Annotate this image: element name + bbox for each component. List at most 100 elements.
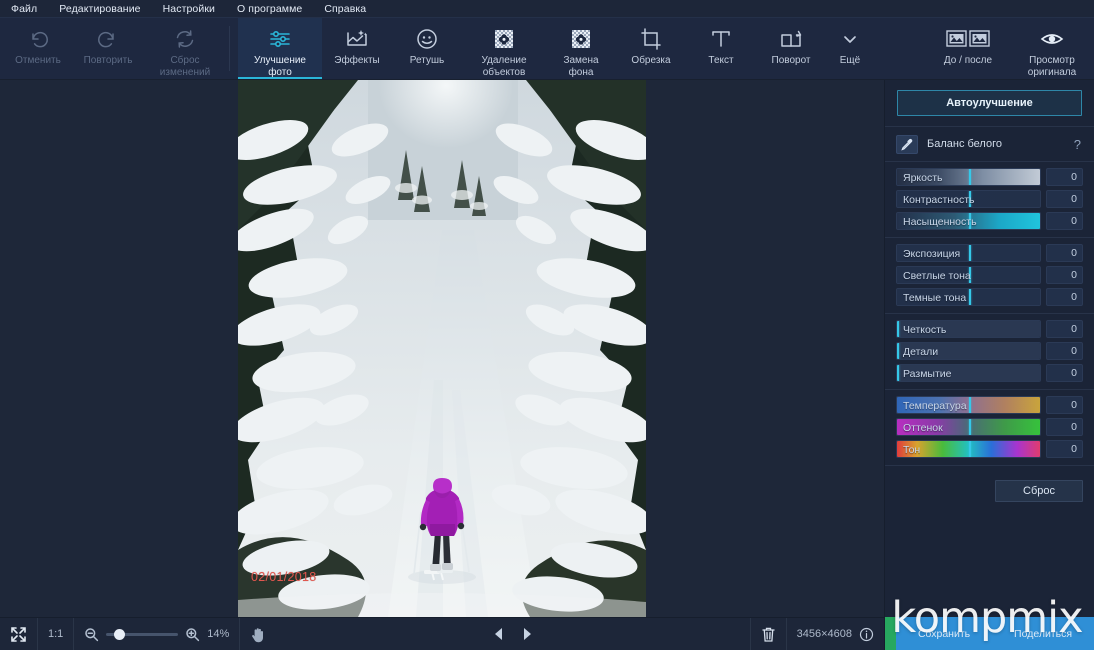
undo-button[interactable]: Отменить	[3, 18, 73, 79]
exposure-group: Экспозиция 0 Светлые тона 0 Темные тона	[885, 238, 1094, 313]
tab-photo-enhance-label: Улучшение фото	[254, 55, 306, 78]
slider-contrast[interactable]: Контрастность	[896, 190, 1041, 208]
slider-temperature-handle[interactable]	[968, 397, 971, 413]
fit-to-screen-cell[interactable]	[0, 618, 37, 650]
share-button[interactable]: Поделиться	[1014, 628, 1072, 640]
auto-enhance-button[interactable]: Автоулучшение	[897, 90, 1082, 116]
before-after-icon	[946, 25, 990, 53]
slider-temperature[interactable]: Температура	[896, 396, 1041, 414]
delete-cell[interactable]	[751, 618, 786, 650]
tab-retouch[interactable]: Ретушь	[392, 18, 462, 79]
slider-hue-handle[interactable]	[968, 441, 971, 457]
photo-preview[interactable]: 02/01/2018	[238, 80, 646, 617]
value-contrast[interactable]: 0	[1046, 190, 1083, 208]
tab-effects[interactable]: Эффекты	[322, 18, 392, 79]
value-brightness[interactable]: 0	[1046, 168, 1083, 186]
slider-tint[interactable]: Оттенок	[896, 418, 1041, 436]
reset-adjustments-button[interactable]: Сброс	[995, 480, 1083, 502]
slider-tint-handle[interactable]	[968, 419, 971, 435]
slider-shadows[interactable]: Темные тона	[896, 288, 1041, 306]
value-highlights[interactable]: 0	[1046, 266, 1083, 284]
value-saturation[interactable]: 0	[1046, 212, 1083, 230]
tab-background-change[interactable]: Замена фона	[546, 18, 616, 79]
slider-shadows-handle[interactable]	[968, 289, 971, 305]
menu-item-help[interactable]: Справка	[313, 0, 377, 18]
value-clarity[interactable]: 0	[1046, 320, 1083, 338]
slider-blur-handle[interactable]	[897, 365, 899, 381]
slider-clarity[interactable]: Четкость	[896, 320, 1041, 338]
menu-bar: Файл Редактирование Настройки О программ…	[0, 0, 1094, 18]
slider-exposure-handle[interactable]	[968, 245, 971, 261]
menu-item-settings[interactable]: Настройки	[152, 0, 226, 18]
value-details[interactable]: 0	[1046, 342, 1083, 360]
trash-icon[interactable]	[761, 626, 776, 643]
save-share-row: Сохранить Поделиться	[885, 617, 1094, 650]
value-blur[interactable]: 0	[1046, 364, 1083, 382]
hand-tool-cell[interactable]	[240, 618, 276, 650]
hand-tool-icon[interactable]	[250, 626, 266, 643]
slider-blur[interactable]: Размытие	[896, 364, 1041, 382]
canvas-area[interactable]: 02/01/2018	[0, 80, 884, 617]
slider-row-saturation: Насыщенность 0	[896, 212, 1083, 230]
zoom-out-icon[interactable]	[84, 627, 99, 642]
eye-icon	[1039, 25, 1065, 53]
slider-details-handle[interactable]	[897, 343, 899, 359]
crop-icon	[638, 25, 664, 53]
white-balance-row[interactable]: Баланс белого ?	[885, 127, 1094, 161]
tab-crop[interactable]: Обрезка	[616, 18, 686, 79]
zoom-1-1-button[interactable]: 1:1	[48, 628, 63, 640]
zoom-slider-knob[interactable]	[114, 628, 126, 640]
zoom-slider[interactable]	[106, 628, 179, 640]
value-exposure[interactable]: 0	[1046, 244, 1083, 262]
save-button[interactable]: Сохранить	[918, 628, 970, 640]
before-after-button[interactable]: До / после	[926, 18, 1010, 79]
slider-brightness[interactable]: Яркость	[896, 168, 1041, 186]
fit-to-screen-icon[interactable]	[10, 626, 27, 643]
eyedropper-icon[interactable]	[896, 134, 918, 154]
reset-icon	[173, 25, 197, 53]
menu-item-file[interactable]: Файл	[0, 0, 48, 18]
auto-enhance-wrap: Автоулучшение	[885, 80, 1094, 126]
tab-retouch-label: Ретушь	[409, 55, 445, 66]
tab-effects-label: Эффекты	[334, 55, 380, 66]
zoom-controls: 14%	[74, 618, 239, 650]
slider-highlights[interactable]: Светлые тона	[896, 266, 1041, 284]
menu-item-about[interactable]: О программе	[226, 0, 313, 18]
tab-text[interactable]: Текст	[686, 18, 756, 79]
next-image-icon[interactable]	[521, 627, 534, 641]
reset-changes-label: Сброс изменений	[159, 55, 211, 78]
zoom-level-label: 14%	[207, 628, 230, 640]
tab-photo-enhance[interactable]: Улучшение фото	[238, 18, 322, 79]
tab-object-removal[interactable]: Удаление объектов	[462, 18, 546, 79]
menu-item-edit[interactable]: Редактирование	[48, 0, 151, 18]
reset-changes-button[interactable]: Сброс изменений	[143, 18, 227, 79]
zoom-in-icon[interactable]	[185, 627, 200, 642]
slider-saturation[interactable]: Насыщенность	[896, 212, 1041, 230]
prev-image-icon[interactable]	[492, 627, 505, 641]
redo-button[interactable]: Повторить	[73, 18, 143, 79]
value-hue[interactable]: 0	[1046, 440, 1083, 458]
background-change-icon	[568, 25, 594, 53]
slider-brightness-handle[interactable]	[968, 169, 971, 185]
redo-icon	[96, 25, 120, 53]
slider-clarity-handle[interactable]	[897, 321, 899, 337]
effects-icon	[344, 25, 370, 53]
slider-row-exposure: Экспозиция 0	[896, 244, 1083, 262]
save-share-buttons[interactable]: Сохранить Поделиться	[896, 617, 1094, 650]
slider-exposure[interactable]: Экспозиция	[896, 244, 1041, 262]
one-to-one-cell[interactable]: 1:1	[38, 618, 73, 650]
slider-hue[interactable]: Тон	[896, 440, 1041, 458]
value-shadows[interactable]: 0	[1046, 288, 1083, 306]
view-original-button[interactable]: Просмотр оригинала	[1010, 18, 1094, 79]
tab-more[interactable]: Ещё	[826, 18, 874, 79]
value-temperature[interactable]: 0	[1046, 396, 1083, 414]
help-icon[interactable]: ?	[1074, 137, 1083, 152]
save-accent-bar	[885, 617, 896, 650]
rotate-icon	[778, 25, 804, 53]
tab-rotate[interactable]: Поворот	[756, 18, 826, 79]
color-group: Температура 0 Оттенок 0 Тон 0	[885, 390, 1094, 465]
info-icon[interactable]	[859, 627, 874, 642]
undo-label: Отменить	[15, 55, 61, 66]
slider-details[interactable]: Детали	[896, 342, 1041, 360]
value-tint[interactable]: 0	[1046, 418, 1083, 436]
